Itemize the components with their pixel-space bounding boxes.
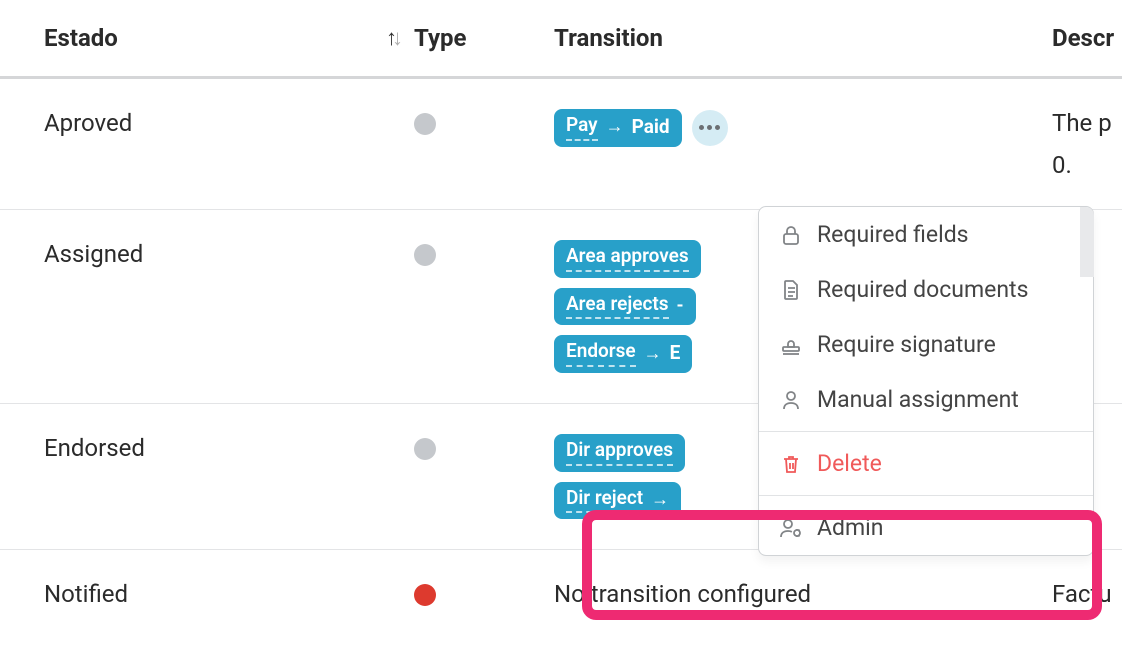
transition-pill[interactable]: Area rejects - [554, 288, 696, 326]
type-dot-grey [414, 244, 436, 266]
transition-pill[interactable]: Dir reject → [554, 482, 681, 520]
menu-label: Required documents [817, 276, 1028, 303]
transition-from: Dir reject [566, 486, 643, 514]
arrow-right-icon: → [606, 115, 624, 138]
col-header-description[interactable]: Descr [1052, 24, 1122, 52]
cell-estado: Aproved [0, 109, 414, 137]
no-transition-text: No transition configured [554, 580, 811, 608]
col-header-type[interactable]: Type [414, 24, 554, 52]
menu-required-fields[interactable]: Required fields [759, 207, 1093, 262]
more-button[interactable] [692, 110, 728, 146]
col-header-estado[interactable]: Estado ↑↓ [0, 24, 414, 52]
table-row: Aproved Pay → Paid The p 0. [0, 79, 1122, 210]
transition-from: Area approves [566, 244, 689, 272]
table-header: Estado ↑↓ Type Transition Descr [0, 0, 1122, 79]
menu-label: Delete [817, 450, 882, 477]
transition-from: Pay [566, 113, 598, 141]
scrollbar[interactable] [1080, 207, 1094, 277]
user-icon [779, 389, 803, 411]
table-row: Notified No transition configured Factu [0, 550, 1122, 618]
transition-from: Area rejects [566, 292, 669, 320]
user-gear-icon [779, 517, 803, 539]
trash-icon [779, 453, 803, 475]
transition-from: Endorse [566, 339, 636, 367]
arrow-right-icon: → [651, 488, 669, 511]
type-dot-grey [414, 438, 436, 460]
transition-pill[interactable]: Dir approves [554, 434, 685, 472]
transition-line: Pay → Paid [554, 109, 728, 147]
col-header-estado-label: Estado [44, 24, 118, 52]
menu-require-signature[interactable]: Require signature [759, 317, 1093, 372]
cell-type [414, 109, 554, 135]
stamp-icon [779, 334, 803, 356]
arrow-right-icon: → [644, 342, 662, 365]
cell-transitions: No transition configured [554, 580, 1052, 608]
menu-required-documents[interactable]: Required documents [759, 262, 1093, 317]
transition-pill[interactable]: Endorse → E [554, 335, 692, 373]
cell-type [414, 240, 554, 266]
type-dot-grey [414, 113, 436, 135]
menu-divider [759, 495, 1093, 496]
col-header-transition[interactable]: Transition [554, 24, 1052, 52]
menu-label: Manual assignment [817, 386, 1019, 413]
cell-type [414, 434, 554, 460]
cell-description: Factu [1052, 580, 1122, 608]
transition-pill[interactable]: Area approves [554, 240, 701, 278]
type-dot-red [414, 584, 436, 606]
transition-to: E [670, 341, 681, 366]
sort-icon[interactable]: ↑↓ [386, 25, 398, 51]
menu-admin[interactable]: Admin [759, 500, 1093, 555]
cell-estado: Endorsed [0, 434, 414, 462]
menu-manual-assignment[interactable]: Manual assignment [759, 372, 1093, 427]
menu-label: Require signature [817, 331, 996, 358]
transition-to: Paid [632, 115, 670, 140]
transition-context-menu: Required fields Required documents Requi… [758, 206, 1094, 556]
cell-type [414, 580, 554, 606]
menu-label: Admin [817, 514, 883, 541]
cell-estado: Notified [0, 580, 414, 608]
cell-description: The p 0. [1052, 109, 1122, 179]
menu-divider [759, 431, 1093, 432]
document-icon [779, 279, 803, 301]
cell-transitions: Pay → Paid [554, 109, 1052, 147]
transition-pill[interactable]: Pay → Paid [554, 109, 682, 147]
lock-icon [779, 224, 803, 246]
menu-delete[interactable]: Delete [759, 436, 1093, 491]
arrow-right-icon: - [677, 294, 684, 317]
menu-label: Required fields [817, 221, 969, 248]
cell-estado: Assigned [0, 240, 414, 268]
transition-from: Dir approves [566, 438, 673, 466]
